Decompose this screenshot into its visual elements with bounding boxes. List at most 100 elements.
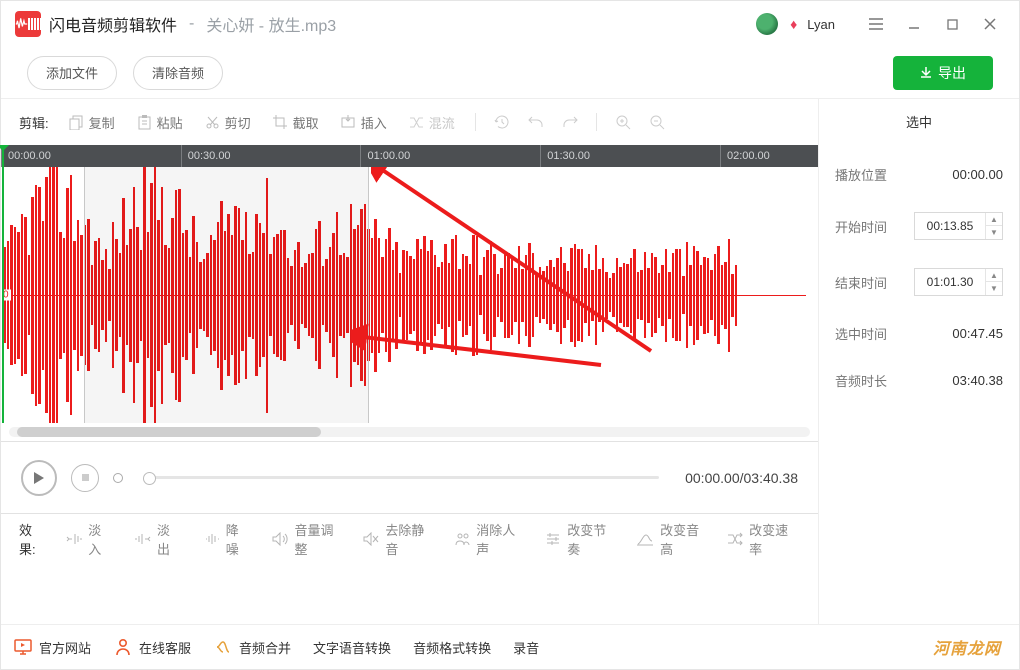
zoom-in-icon bbox=[615, 114, 631, 130]
undo-button[interactable] bbox=[522, 108, 550, 136]
support-link[interactable]: 在线客服 bbox=[113, 637, 191, 657]
redo-icon bbox=[562, 114, 578, 130]
trim-silence-button[interactable]: 去除静音 bbox=[355, 514, 436, 564]
menu-button[interactable] bbox=[861, 10, 891, 38]
monitor-icon bbox=[13, 637, 33, 657]
effects-bar: 效果: 淡入 淡出 降噪 音量调整 去除静音 消除人声 改变节奏 改变音高 改变… bbox=[1, 513, 818, 563]
edit-toolbar: 剪辑: 复制 粘贴 剪切 截取 插入 混流 bbox=[1, 99, 818, 145]
add-file-button[interactable]: 添加文件 bbox=[27, 56, 117, 90]
play-position-row: 播放位置 00:00.00 bbox=[835, 165, 1003, 184]
stop-button[interactable] bbox=[71, 464, 99, 492]
tempo-button[interactable]: 改变节奏 bbox=[537, 514, 618, 564]
paste-icon bbox=[137, 114, 153, 130]
close-button[interactable] bbox=[975, 10, 1005, 38]
mix-button[interactable]: 混流 bbox=[401, 107, 463, 138]
copy-button[interactable]: 复制 bbox=[61, 107, 123, 138]
waveform-scrollbar[interactable] bbox=[1, 423, 818, 441]
denoise-icon bbox=[204, 530, 220, 548]
selected-time-row: 选中时间 00:47.45 bbox=[835, 324, 1003, 343]
fade-in-icon bbox=[66, 530, 82, 548]
format-convert-link[interactable]: 音频格式转换 bbox=[413, 638, 491, 657]
redo-button[interactable] bbox=[556, 108, 584, 136]
spin-up-button[interactable]: ▲ bbox=[986, 213, 1002, 226]
playhead[interactable] bbox=[2, 145, 4, 423]
clear-audio-button[interactable]: 清除音频 bbox=[133, 56, 223, 90]
speed-button[interactable]: 改变速率 bbox=[719, 514, 800, 564]
zoom-out-button[interactable] bbox=[643, 108, 671, 136]
copy-icon bbox=[69, 114, 85, 130]
maximize-button[interactable] bbox=[937, 10, 967, 38]
avatar[interactable] bbox=[756, 13, 778, 35]
waveform-area[interactable]: 0 bbox=[1, 167, 818, 423]
seek-start-dot bbox=[113, 473, 123, 483]
app-title: 闪电音频剪辑软件 bbox=[49, 12, 177, 36]
paste-button[interactable]: 粘贴 bbox=[129, 107, 191, 138]
history-icon bbox=[494, 114, 510, 130]
side-panel: 选中 播放位置 00:00.00 开始时间 00:13.85 ▲▼ 结束时间 0… bbox=[819, 99, 1019, 624]
denoise-button[interactable]: 降噪 bbox=[196, 514, 255, 564]
spin-up-button[interactable]: ▲ bbox=[986, 269, 1002, 282]
end-time-input[interactable]: 01:01.30 ▲▼ bbox=[914, 268, 1003, 296]
vocal-icon bbox=[454, 530, 470, 548]
export-icon bbox=[920, 65, 932, 81]
record-link[interactable]: 录音 bbox=[513, 638, 539, 657]
title-separator: - bbox=[189, 15, 194, 33]
scissors-icon bbox=[205, 114, 221, 130]
time-readout: 00:00.00/03:40.38 bbox=[685, 470, 798, 486]
username[interactable]: Lyan bbox=[807, 17, 835, 32]
tts-link[interactable]: 文字语音转换 bbox=[313, 638, 391, 657]
start-time-row: 开始时间 00:13.85 ▲▼ bbox=[835, 212, 1003, 240]
merge-link[interactable]: 音频合并 bbox=[213, 637, 291, 657]
insert-button[interactable]: 插入 bbox=[333, 107, 395, 138]
remove-vocal-button[interactable]: 消除人声 bbox=[446, 514, 527, 564]
ruler-tick: 01:00.00 bbox=[360, 145, 410, 167]
speed-icon bbox=[727, 530, 743, 548]
timeline: 00:00.00 00:30.00 01:00.00 01:30.00 02:0… bbox=[1, 145, 818, 423]
insert-icon bbox=[341, 114, 357, 130]
pitch-button[interactable]: 改变音高 bbox=[628, 514, 709, 564]
ruler-tick: 02:00.00 bbox=[720, 145, 770, 167]
play-button[interactable] bbox=[21, 460, 57, 496]
edit-label: 剪辑: bbox=[19, 113, 49, 132]
zoom-out-icon bbox=[649, 114, 665, 130]
side-header: 选中 bbox=[819, 99, 1019, 145]
volume-icon bbox=[272, 530, 288, 548]
ruler-tick: 00:30.00 bbox=[181, 145, 231, 167]
time-ruler[interactable]: 00:00.00 00:30.00 01:00.00 01:30.00 02:0… bbox=[1, 145, 818, 167]
current-file-name: 关心妍 - 放生.mp3 bbox=[206, 12, 336, 36]
effects-label: 效果: bbox=[19, 520, 44, 558]
cut-button[interactable]: 剪切 bbox=[197, 107, 259, 138]
selection-overlay[interactable] bbox=[84, 167, 368, 423]
crop-button[interactable]: 截取 bbox=[265, 107, 327, 138]
support-icon bbox=[113, 637, 133, 657]
volume-button[interactable]: 音量调整 bbox=[264, 514, 345, 564]
spin-down-button[interactable]: ▼ bbox=[986, 282, 1002, 295]
fade-out-button[interactable]: 淡出 bbox=[127, 514, 186, 564]
duration-row: 音频时长 03:40.38 bbox=[835, 371, 1003, 390]
app-logo-icon bbox=[15, 11, 41, 37]
top-action-bar: 添加文件 清除音频 导出 bbox=[1, 47, 1019, 99]
crop-icon bbox=[273, 114, 289, 130]
end-time-row: 结束时间 01:01.30 ▲▼ bbox=[835, 268, 1003, 296]
official-site-link[interactable]: 官方网站 bbox=[13, 637, 91, 657]
mix-icon bbox=[409, 114, 425, 130]
fade-in-button[interactable]: 淡入 bbox=[58, 514, 117, 564]
scrollbar-thumb[interactable] bbox=[17, 427, 321, 437]
pitch-icon bbox=[636, 530, 654, 548]
playback-bar: 00:00.00/03:40.38 bbox=[1, 441, 818, 513]
undo-icon bbox=[528, 114, 544, 130]
tempo-icon bbox=[545, 530, 561, 548]
title-bar: 闪电音频剪辑软件 - 关心妍 - 放生.mp3 ♦ Lyan bbox=[1, 1, 1019, 47]
spin-down-button[interactable]: ▼ bbox=[986, 226, 1002, 239]
history-button[interactable] bbox=[488, 108, 516, 136]
zoom-in-button[interactable] bbox=[609, 108, 637, 136]
seek-track[interactable] bbox=[149, 476, 659, 479]
minimize-button[interactable] bbox=[899, 10, 929, 38]
export-button[interactable]: 导出 bbox=[893, 56, 993, 90]
start-time-input[interactable]: 00:13.85 ▲▼ bbox=[914, 212, 1003, 240]
fade-out-icon bbox=[135, 530, 151, 548]
watermark: 河南龙网 bbox=[933, 635, 1001, 659]
annotation-arrow-icon bbox=[351, 285, 611, 385]
footer-bar: 官方网站 在线客服 音频合并 文字语音转换 音频格式转换 录音 河南龙网 bbox=[1, 624, 1019, 669]
ruler-tick: 01:30.00 bbox=[540, 145, 590, 167]
